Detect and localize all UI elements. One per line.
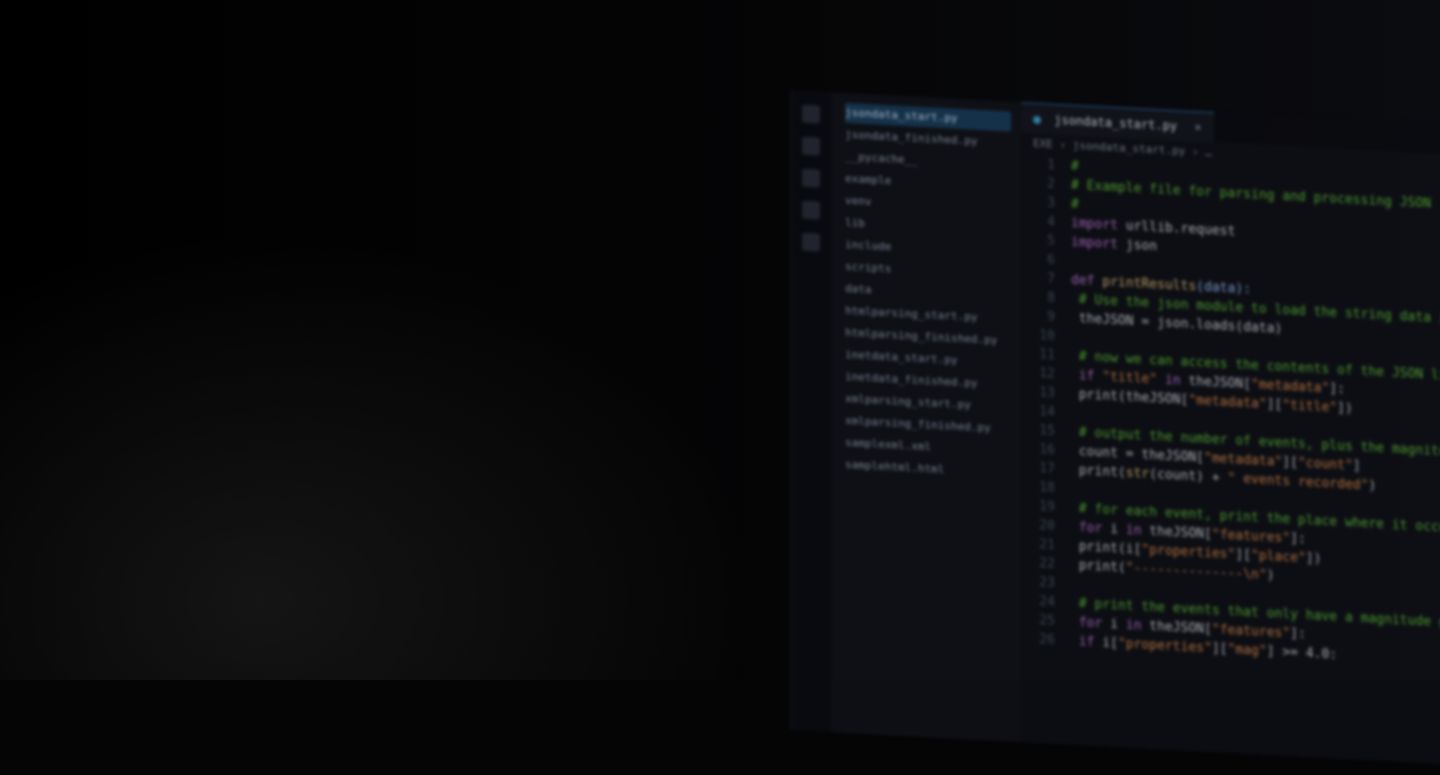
code-token: i[ [1102, 635, 1118, 652]
code-token: theJSON[ [1149, 618, 1212, 638]
code-token: ]: [1290, 626, 1306, 643]
code-token: "title" [1102, 369, 1158, 388]
line-number: 6 [1047, 252, 1055, 268]
debug-icon[interactable] [802, 200, 820, 220]
line-number: 12 [1039, 366, 1055, 382]
code-token: "place" [1251, 548, 1306, 567]
extensions-icon[interactable] [802, 232, 820, 252]
line-number: 11 [1039, 347, 1055, 363]
code-token: i [1110, 616, 1126, 633]
search-icon[interactable] [802, 136, 820, 156]
code-token: "features" [1211, 527, 1291, 547]
code-token: print(i[ [1071, 538, 1142, 558]
explorer-panel: jsondata_start.py jsondata_finished.py __p… [831, 92, 1021, 743]
code-token: theJSON[ [1188, 373, 1252, 393]
python-file-icon [1033, 115, 1041, 124]
line-number: 20 [1039, 518, 1055, 534]
line-number: 1 [1047, 157, 1055, 173]
line-number: 4 [1047, 214, 1055, 230]
line-number: 23 [1039, 575, 1055, 591]
code-token: in [1125, 522, 1150, 539]
line-number: 17 [1039, 461, 1055, 477]
editor-tab-label: jsondata_start.py [1054, 112, 1178, 134]
line-number: 5 [1047, 233, 1055, 249]
code-token: ]: [1290, 531, 1306, 548]
code-token: ]: [1329, 381, 1345, 398]
code-token: if [1071, 367, 1103, 385]
code-token: import [1071, 215, 1126, 234]
line-number: 3 [1047, 195, 1055, 211]
code-token: ]) [1337, 400, 1353, 417]
line-number: 16 [1039, 442, 1055, 458]
line-number: 8 [1047, 290, 1055, 306]
line-number: 25 [1039, 613, 1055, 629]
explorer-file-list: jsondata_start.py jsondata_finished.py __p… [831, 102, 1021, 484]
code-token: "metadata" [1204, 450, 1283, 470]
line-number: 13 [1039, 385, 1055, 401]
code-token: ][ [1266, 396, 1283, 413]
code-token: str [1125, 465, 1150, 482]
code-token: ) [1368, 478, 1377, 494]
code-token: in [1157, 372, 1189, 389]
code-area[interactable]: 1 #2 # Example file for parsing and proces… [1021, 154, 1440, 673]
code-token: ][ [1211, 641, 1228, 657]
line-number: 15 [1039, 423, 1055, 439]
code-token: "metadata" [1251, 377, 1330, 397]
line-number: 21 [1039, 537, 1055, 553]
code-token: for [1071, 614, 1111, 632]
code-token: # [1071, 196, 1079, 213]
code-token: (count) + [1149, 466, 1228, 486]
code-token: ][ [1282, 454, 1298, 471]
code-token: # [1071, 158, 1079, 175]
code-token: for [1071, 519, 1111, 537]
code-token: json [1125, 237, 1158, 255]
code-token: "title" [1282, 397, 1338, 416]
line-number: 18 [1039, 480, 1055, 496]
code-token: print( [1071, 557, 1126, 576]
code-token: ] >= 4.0: [1266, 643, 1338, 663]
source-control-icon[interactable] [802, 168, 820, 188]
code-token: theJSON[ [1149, 523, 1212, 543]
code-token: i [1110, 521, 1126, 538]
line-number: 2 [1047, 176, 1055, 192]
line-number: 10 [1039, 328, 1055, 344]
code-token: import [1071, 234, 1126, 253]
code-token: "properties" [1117, 636, 1212, 657]
line-number: 19 [1039, 499, 1055, 515]
close-icon[interactable]: × [1194, 120, 1201, 134]
activity-bar [791, 90, 831, 733]
code-token: ][ [1235, 547, 1252, 564]
code-token: def [1071, 272, 1103, 290]
code-token: ] [1352, 458, 1361, 474]
code-token: ) [1266, 567, 1275, 584]
line-number: 14 [1039, 404, 1055, 420]
line-number: 7 [1047, 271, 1055, 287]
blurred-monitor-screen: jsondata_start.py jsondata_finished.py __p… [790, 90, 1440, 767]
line-number: 9 [1047, 309, 1055, 325]
line-number: 24 [1039, 594, 1055, 610]
code-token: (data): [1196, 279, 1252, 298]
code-token: "metadata" [1188, 392, 1267, 412]
files-icon[interactable] [802, 104, 820, 124]
code-token: if [1071, 633, 1103, 651]
code-token: in [1125, 617, 1150, 634]
code-token: ]) [1305, 551, 1322, 567]
code-token: "count" [1298, 455, 1353, 474]
code-token: "mag" [1227, 641, 1267, 659]
code-token: "features" [1211, 622, 1291, 642]
code-editor: jsondata_start.py × EXE › jsondata_start… [1021, 102, 1440, 767]
line-number: 26 [1039, 632, 1055, 648]
line-number: 22 [1039, 556, 1055, 572]
code-token: print( [1071, 462, 1126, 481]
